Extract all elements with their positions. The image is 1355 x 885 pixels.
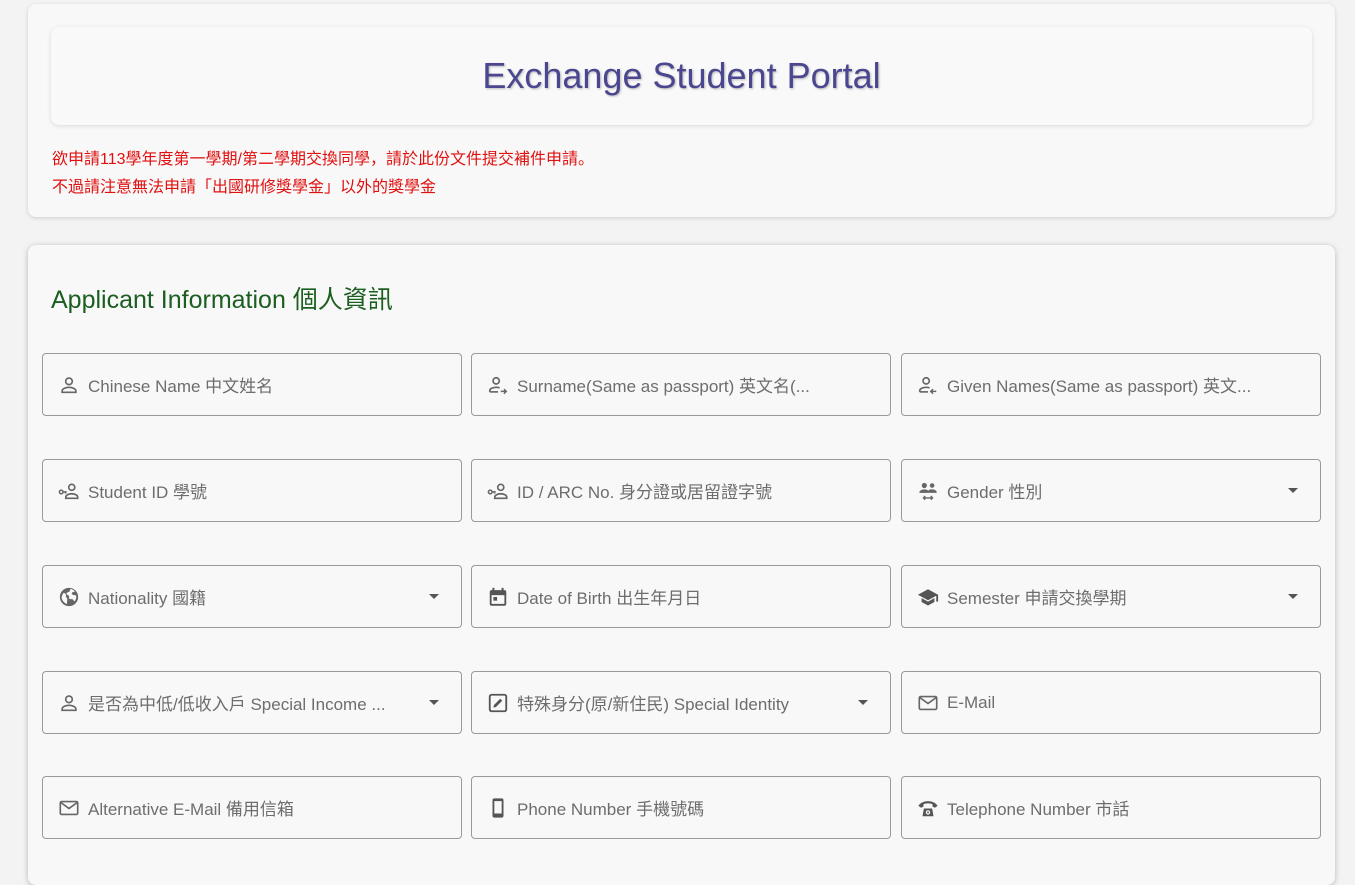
given-names-label: Given Names(Same as passport) 英文... xyxy=(947,377,1252,396)
page-title: Exchange Student Portal xyxy=(482,55,881,96)
given-names-field[interactable]: Given Names(Same as passport) 英文... xyxy=(901,353,1321,416)
nationality-select[interactable]: Nationality 國籍 xyxy=(42,565,462,628)
person-key-icon xyxy=(58,480,80,502)
notice-line-1: 欲申請113學年度第一學期/第二學期交換同學，請於此份文件提交補件申請。 xyxy=(52,151,594,168)
edit-box-icon xyxy=(487,692,509,714)
person-arrow-right-icon xyxy=(487,374,509,396)
email-field[interactable]: E-Mail xyxy=(901,671,1321,734)
nationality-label: Nationality 國籍 xyxy=(88,589,207,608)
applicant-form-card: Applicant Information 個人資訊 Chinese Name … xyxy=(28,245,1335,885)
telephone-number-label: Telephone Number 市話 xyxy=(947,800,1130,819)
phone-number-label: Phone Number 手機號碼 xyxy=(517,800,705,819)
title-box: Exchange Student Portal xyxy=(51,27,1312,125)
people-swap-icon xyxy=(917,480,939,502)
person-arrow-left-icon xyxy=(917,374,939,396)
id-arc-field[interactable]: ID / ARC No. 身分證或居留證字號 xyxy=(471,459,891,522)
special-identity-label: 特殊身分(原/新住民) Special Identity xyxy=(517,695,790,714)
mail-icon xyxy=(58,797,80,819)
id-arc-label: ID / ARC No. 身分證或居留證字號 xyxy=(517,483,773,502)
chevron-down-icon xyxy=(429,594,439,599)
notice-line-2: 不過請注意無法申請「出國研修獎學金」以外的獎學金 xyxy=(52,179,437,196)
date-of-birth-label: Date of Birth 出生年月日 xyxy=(517,589,702,608)
special-identity-select[interactable]: 特殊身分(原/新住民) Special Identity xyxy=(471,671,891,734)
person-icon xyxy=(58,374,80,396)
surname-field[interactable]: Surname(Same as passport) 英文名(... xyxy=(471,353,891,416)
gender-label: Gender 性別 xyxy=(947,483,1043,502)
email-label: E-Mail xyxy=(947,692,996,712)
telephone-icon xyxy=(917,797,939,819)
surname-label: Surname(Same as passport) 英文名(... xyxy=(517,377,810,396)
semester-select[interactable]: Semester 申請交換學期 xyxy=(901,565,1321,628)
telephone-number-field[interactable]: Telephone Number 市話 xyxy=(901,776,1321,839)
cellphone-icon xyxy=(487,797,509,819)
student-id-label: Student ID 學號 xyxy=(88,483,208,502)
section-title: Applicant Information 個人資訊 xyxy=(51,286,393,314)
school-icon xyxy=(917,586,939,608)
chinese-name-field[interactable]: Chinese Name 中文姓名 xyxy=(42,353,462,416)
chevron-down-icon xyxy=(1288,594,1298,599)
special-income-select[interactable]: 是否為中低/低收入戶 Special Income ... xyxy=(42,671,462,734)
date-of-birth-field[interactable]: Date of Birth 出生年月日 xyxy=(471,565,891,628)
semester-label: Semester 申請交換學期 xyxy=(947,589,1127,608)
special-income-label: 是否為中低/低收入戶 Special Income ... xyxy=(88,695,386,714)
person-key-icon xyxy=(487,480,509,502)
alternative-email-label: Alternative E-Mail 備用信箱 xyxy=(88,800,294,819)
chevron-down-icon xyxy=(1288,488,1298,493)
phone-number-field[interactable]: Phone Number 手機號碼 xyxy=(471,776,891,839)
header-card: Exchange Student Portal 欲申請113學年度第一學期/第二… xyxy=(28,4,1335,217)
calendar-icon xyxy=(487,586,509,608)
chevron-down-icon xyxy=(429,700,439,705)
chevron-down-icon xyxy=(858,700,868,705)
mail-icon xyxy=(917,692,939,714)
person-icon xyxy=(58,692,80,714)
student-id-field[interactable]: Student ID 學號 xyxy=(42,459,462,522)
gender-select[interactable]: Gender 性別 xyxy=(901,459,1321,522)
alternative-email-field[interactable]: Alternative E-Mail 備用信箱 xyxy=(42,776,462,839)
globe-icon xyxy=(58,586,80,608)
chinese-name-label: Chinese Name 中文姓名 xyxy=(88,377,274,396)
